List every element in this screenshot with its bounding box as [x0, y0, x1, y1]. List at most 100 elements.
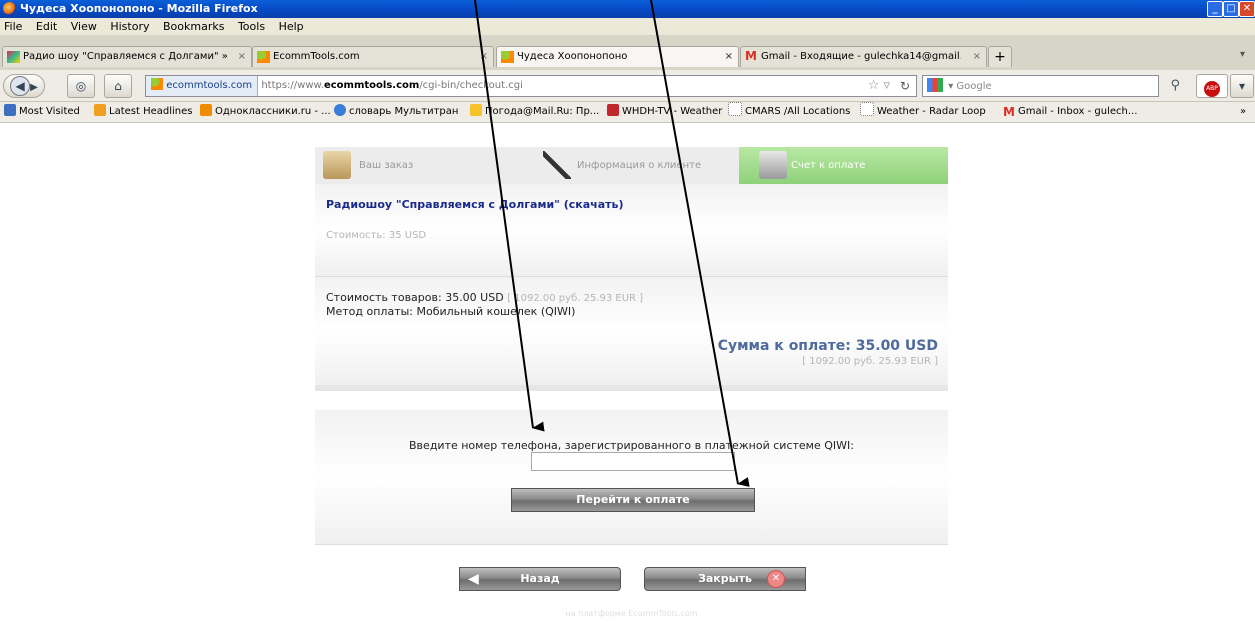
site-label: ecommtools.com [166, 80, 253, 91]
cart-icon [323, 151, 351, 179]
menu-tools[interactable]: Tools [238, 20, 265, 33]
close-button[interactable]: Закрыть ✕ [644, 567, 806, 591]
step-label: Ваш заказ [359, 160, 414, 171]
close-label: Закрыть [698, 572, 752, 585]
back-button[interactable]: ◀ Назад [459, 567, 621, 591]
extension-menu-icon[interactable]: ▾ [1230, 74, 1254, 98]
bookmark-cmars[interactable]: CMARS /All Locations [728, 102, 850, 122]
back-triangle-icon: ◀ [468, 571, 479, 587]
step-invoice[interactable]: Счет к оплате [739, 147, 948, 184]
adblock-plus-icon[interactable]: ABP [1196, 74, 1228, 98]
bookmark-odnoklassniki[interactable]: Одноклассники.ru - ... [200, 102, 331, 122]
window-title: Чудеса Хоопонопоно - Mozilla Firefox [20, 2, 258, 15]
menu-help[interactable]: Help [279, 20, 304, 33]
step-order[interactable]: Ваш заказ [315, 147, 525, 184]
url-path: /cgi-bin/checkout.cgi [419, 80, 523, 91]
window-title-bar: Чудеса Хоопонопоно - Mozilla Firefox _ □… [0, 0, 1255, 18]
goods-cost-line: Стоимость товаров: 35.00 USD [ 1092.00 р… [326, 291, 643, 304]
platform-credit: на платформе EcommTools.com [565, 609, 698, 618]
rss-icon [94, 104, 106, 116]
bookmark-radar-loop[interactable]: Weather - Radar Loop [860, 102, 986, 122]
url-domain: ecommtools.com [323, 80, 420, 91]
page-favicon-icon [7, 51, 20, 63]
new-tab-button[interactable]: + [988, 46, 1012, 67]
gmail-icon: M [745, 49, 757, 63]
reload-icon[interactable]: ↻ [900, 76, 910, 96]
addon-icon[interactable]: ◎ [67, 74, 95, 98]
cash-register-icon [759, 151, 787, 179]
bookmark-latest-headlines[interactable]: Latest Headlines [94, 102, 193, 122]
menu-history[interactable]: History [110, 20, 149, 33]
total-amount: Сумма к оплате: 35.00 USD [717, 338, 938, 354]
page-blank-icon [860, 102, 874, 116]
proceed-to-payment-button[interactable]: Перейти к оплате [511, 488, 755, 512]
bookmark-star-icon[interactable]: ☆ ▿ [868, 76, 890, 96]
home-icon[interactable]: ⌂ [104, 74, 132, 98]
url-prefix: https://www. [261, 80, 324, 91]
tab-close-icon[interactable]: × [480, 47, 488, 67]
odnoklassniki-icon [200, 104, 212, 116]
qiwi-phone-input[interactable] [531, 452, 735, 471]
checkout-steps: Ваш заказ Информация о клиенте Счет к оп… [315, 147, 948, 184]
page-blank-icon [728, 102, 742, 116]
google-icon[interactable] [927, 78, 943, 92]
step-label: Информация о клиенте [577, 160, 702, 171]
search-placeholder: Google [956, 81, 992, 92]
tab-close-icon[interactable]: × [973, 47, 981, 67]
tab-radio-show[interactable]: Радио шоу "Справляемся с Долгами" » ... … [2, 46, 252, 67]
back-label: Назад [520, 572, 560, 585]
bookmark-label: Gmail - Inbox - gulech... [1017, 106, 1138, 117]
close-window-icon[interactable]: ✕ [1239, 1, 1255, 17]
tab-close-icon[interactable]: × [725, 47, 733, 67]
menu-edit[interactable]: Edit [36, 20, 57, 33]
bookmark-gmail-inbox[interactable]: M Gmail - Inbox - gulech... [1003, 102, 1137, 122]
bookmarks-toolbar: Most Visited Latest Headlines Одноклассн… [0, 102, 1255, 123]
maximize-icon[interactable]: □ [1223, 1, 1239, 17]
tab-label: Gmail - Входящие - gulechka14@gmail.c... [761, 51, 961, 62]
total-amount-alt: [ 1092.00 руб. 25.93 EUR ] [802, 356, 938, 367]
bookmark-label: Latest Headlines [109, 106, 193, 117]
back-arrow-icon[interactable]: ◀ [10, 76, 31, 96]
tab-gmail[interactable]: M Gmail - Входящие - gulechka14@gmail.c.… [740, 46, 987, 67]
ecommtools-icon [501, 51, 514, 63]
menu-bookmarks[interactable]: Bookmarks [163, 20, 224, 33]
bookmark-label: Погода@Mail.Ru: Пр... [485, 106, 600, 117]
tab-ecommtools[interactable]: EcommTools.com × [252, 46, 494, 67]
menu-view[interactable]: View [71, 20, 97, 33]
bookmark-label: Одноклассники.ru - ... [215, 106, 331, 117]
navigation-bar: ◀ ▶ ◎ ⌂ ecommtools.com https://www.ecommt… [0, 70, 1255, 102]
bookmark-whdh[interactable]: WHDH-TV - Weather [607, 102, 722, 122]
step-client-info[interactable]: Информация о клиенте [525, 147, 737, 184]
product-title[interactable]: Радиошоу "Справляемся с Долгами" (скачат… [326, 198, 623, 211]
goods-cost-alt: [ 1092.00 руб. 25.93 EUR ] [507, 293, 644, 304]
firefox-icon [3, 2, 16, 15]
site-identity[interactable]: ecommtools.com [146, 76, 259, 96]
site-favicon-icon [151, 78, 163, 90]
payment-method: Метод оплаты: Мобильный кошелек (QIWI) [326, 305, 576, 318]
tab-list-icon[interactable]: ▾ [1240, 49, 1245, 60]
magnifier-icon[interactable]: ⚲ [1170, 76, 1180, 96]
back-forward-button[interactable]: ◀ ▶ [3, 74, 45, 98]
goods-cost: Стоимость товаров: 35.00 USD [326, 291, 504, 304]
tab-label: Радио шоу "Справляемся с Долгами" » ... [23, 51, 228, 62]
bookmark-label: CMARS /All Locations [745, 106, 851, 117]
close-x-icon: ✕ [767, 570, 785, 588]
bookmarks-overflow-icon[interactable]: » [1240, 102, 1246, 122]
search-input[interactable]: ▾ Google ⚲ [922, 75, 1180, 97]
tab-hooponopono[interactable]: Чудеса Хоопонопоно × [496, 46, 739, 67]
bookmark-label: словарь Мультитран [349, 106, 459, 117]
ecommtools-icon [257, 51, 270, 63]
weather-sun-icon [470, 104, 482, 116]
bookmark-label: Weather - Radar Loop [877, 106, 986, 117]
menu-file[interactable]: File [4, 20, 22, 33]
menu-bar: File Edit View History Bookmarks Tools H… [0, 18, 1255, 35]
minimize-icon[interactable]: _ [1207, 1, 1223, 17]
bookmark-multitran[interactable]: словарь Мультитран [334, 102, 458, 122]
payment-panel: Введите номер телефона, зарегистрированн… [315, 410, 948, 545]
bookmark-most-visited[interactable]: Most Visited [4, 102, 80, 122]
tab-close-icon[interactable]: × [238, 47, 246, 67]
gmail-icon: M [1003, 105, 1015, 119]
url-bar[interactable]: ecommtools.com https://www.ecommtools.co… [145, 75, 917, 97]
forward-arrow-icon[interactable]: ▶ [30, 82, 38, 93]
bookmark-pogoda[interactable]: Погода@Mail.Ru: Пр... [470, 102, 599, 122]
